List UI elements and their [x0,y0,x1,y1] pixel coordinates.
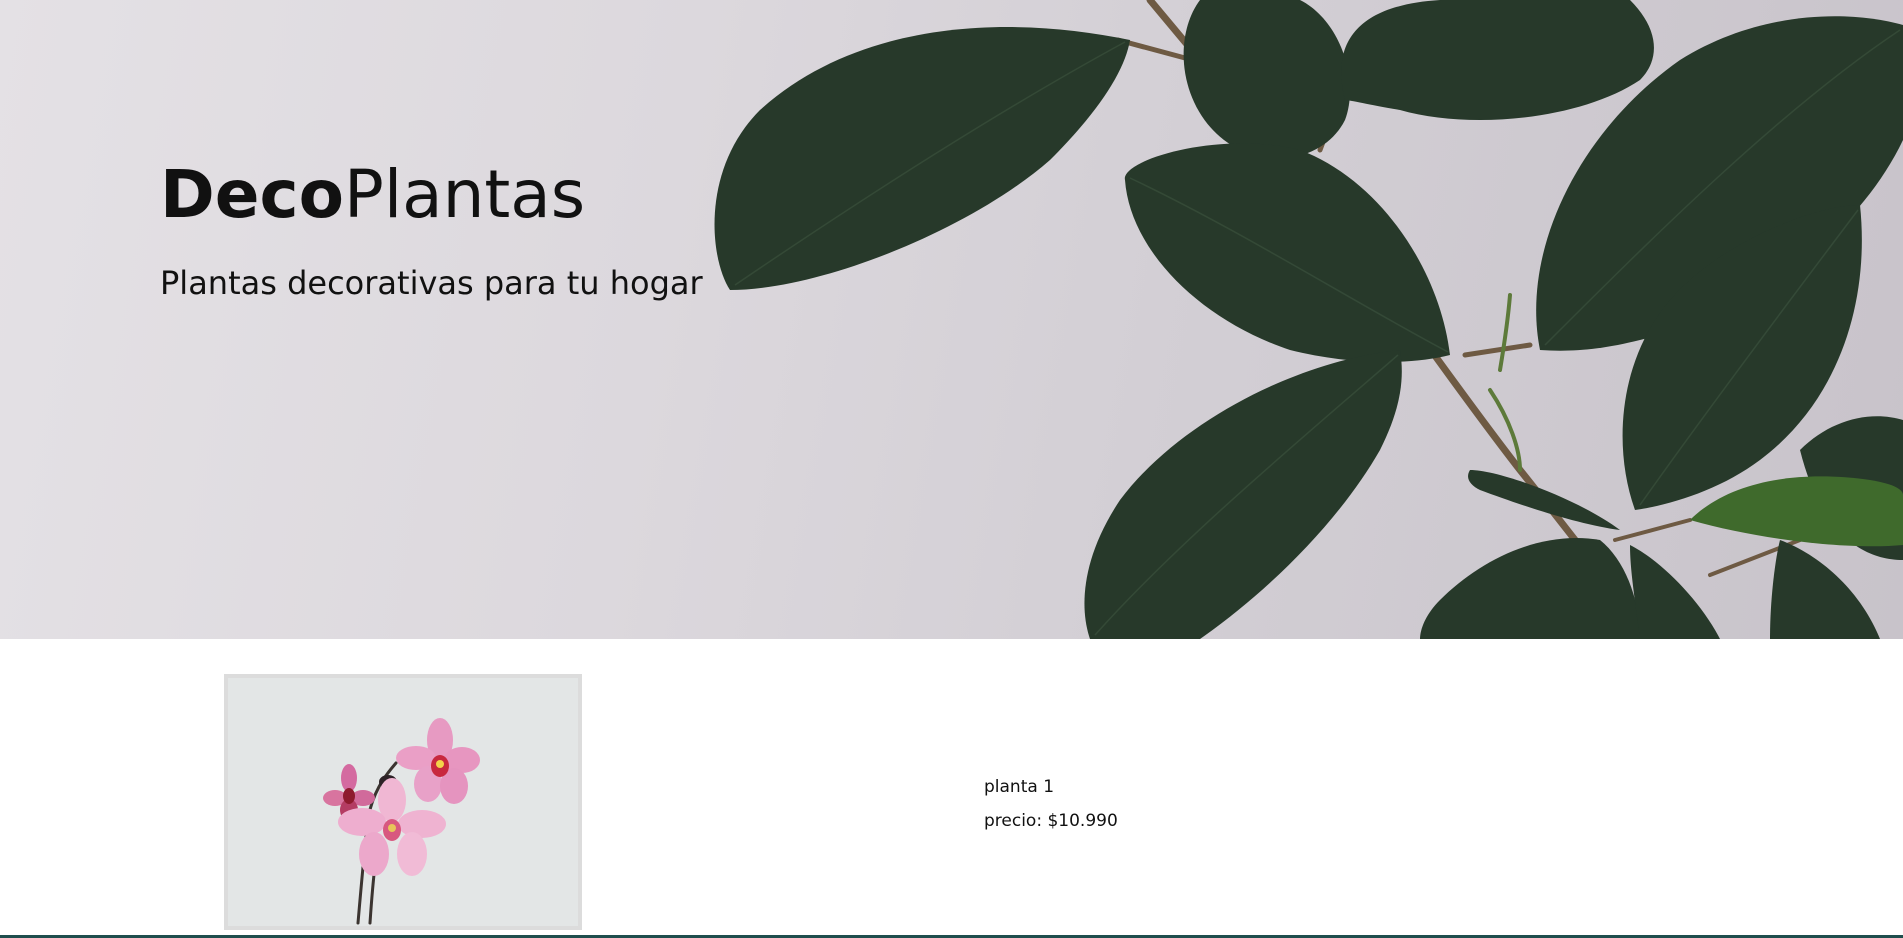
ficus-plant-image [714,0,1903,639]
brand-title-bold: Deco [160,156,345,233]
brand-title: DecoPlantas [160,155,585,235]
product-name: planta 1 [984,777,1055,797]
hero-banner: DecoPlantas Plantas decorativas para tu … [0,0,1903,639]
orchid-image [228,678,578,926]
hero-tagline: Plantas decorativas para tu hogar [160,264,703,302]
brand-title-regular: Plantas [344,156,586,233]
product-image [224,674,582,930]
product-price: precio: $10.990 [984,811,1118,831]
product-info: planta 1 precio: $10.990 [984,770,1118,838]
